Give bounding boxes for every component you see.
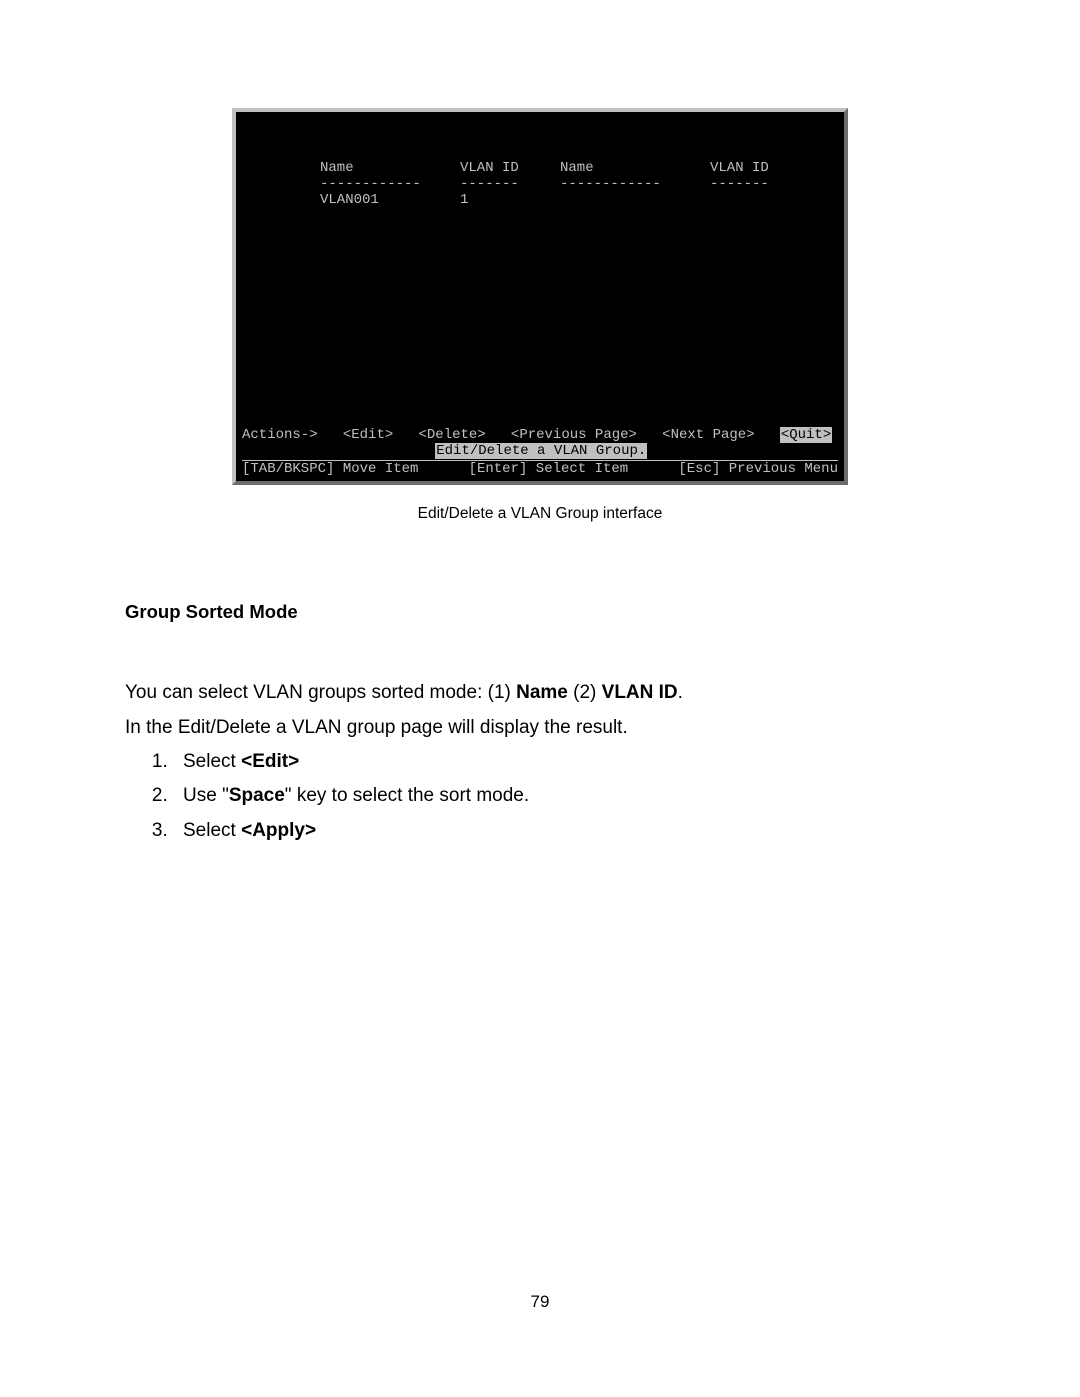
- p1-pre: You can select VLAN groups sorted mode: …: [125, 682, 516, 703]
- terminal-subtitle-row: Edit/Delete a VLAN Group.: [242, 443, 838, 459]
- actions-label: Actions->: [242, 427, 318, 443]
- list-item: Select <Apply>: [173, 814, 955, 848]
- section-heading: Group Sorted Mode: [125, 601, 955, 623]
- steps-list: Select <Edit> Use "Space" key to select …: [125, 745, 955, 848]
- p2: In the Edit/Delete a VLAN group page wil…: [125, 710, 955, 745]
- p1-post: .: [678, 682, 683, 703]
- action-edit[interactable]: <Edit>: [343, 427, 393, 443]
- help-row: [TAB/BKSPC] Move Item [Enter] Select Ite…: [242, 461, 838, 477]
- table-header-row: Name VLAN ID Name VLAN ID: [242, 160, 838, 176]
- p1-bold-vlanid: VLAN ID: [602, 682, 678, 703]
- terminal-subtitle: Edit/Delete a VLAN Group.: [435, 443, 647, 459]
- body-paragraph: You can select VLAN groups sorted mode: …: [125, 675, 955, 745]
- p1-bold-name: Name: [516, 682, 568, 703]
- terminal-footer: Actions-> <Edit> <Delete> <Previous Page…: [236, 427, 844, 481]
- action-prev-page[interactable]: <Previous Page>: [511, 427, 637, 443]
- action-quit[interactable]: <Quit>: [780, 427, 832, 443]
- cell-name: VLAN001: [320, 192, 460, 208]
- action-next-page[interactable]: <Next Page>: [662, 427, 754, 443]
- step-bold: <Edit>: [241, 751, 299, 772]
- table-header-rule: ------------ ------- ------------ ------…: [242, 176, 838, 192]
- figure-caption: Edit/Delete a VLAN Group interface: [125, 505, 955, 523]
- step-post: " key to select the sort mode.: [285, 785, 529, 806]
- p1-mid: (2): [568, 682, 602, 703]
- help-back: [Esc] Previous Menu: [678, 461, 838, 477]
- step-bold: Space: [229, 785, 285, 806]
- col-header-name-2: Name: [560, 160, 710, 176]
- help-select: [Enter] Select Item: [469, 461, 629, 477]
- list-item: Select <Edit>: [173, 745, 955, 779]
- terminal-window: Name VLAN ID Name VLAN ID ------------ -…: [232, 108, 848, 485]
- cell-vlanid: 1: [460, 192, 560, 208]
- step-pre: Select: [183, 820, 241, 841]
- actions-row: Actions-> <Edit> <Delete> <Previous Page…: [242, 427, 838, 443]
- list-item: Use "Space" key to select the sort mode.: [173, 779, 955, 813]
- step-pre: Use ": [183, 785, 229, 806]
- table-row: VLAN001 1: [242, 192, 838, 208]
- col-header-vlanid-2: VLAN ID: [710, 160, 830, 176]
- document-page: Name VLAN ID Name VLAN ID ------------ -…: [0, 0, 1080, 1397]
- action-delete[interactable]: <Delete>: [418, 427, 485, 443]
- step-bold: <Apply>: [241, 820, 316, 841]
- page-number: 79: [0, 1292, 1080, 1312]
- help-move: [TAB/BKSPC] Move Item: [242, 461, 418, 477]
- terminal-body: Name VLAN ID Name VLAN ID ------------ -…: [236, 112, 844, 427]
- col-header-name-1: Name: [320, 160, 460, 176]
- step-pre: Select: [183, 751, 241, 772]
- col-header-vlanid-1: VLAN ID: [460, 160, 560, 176]
